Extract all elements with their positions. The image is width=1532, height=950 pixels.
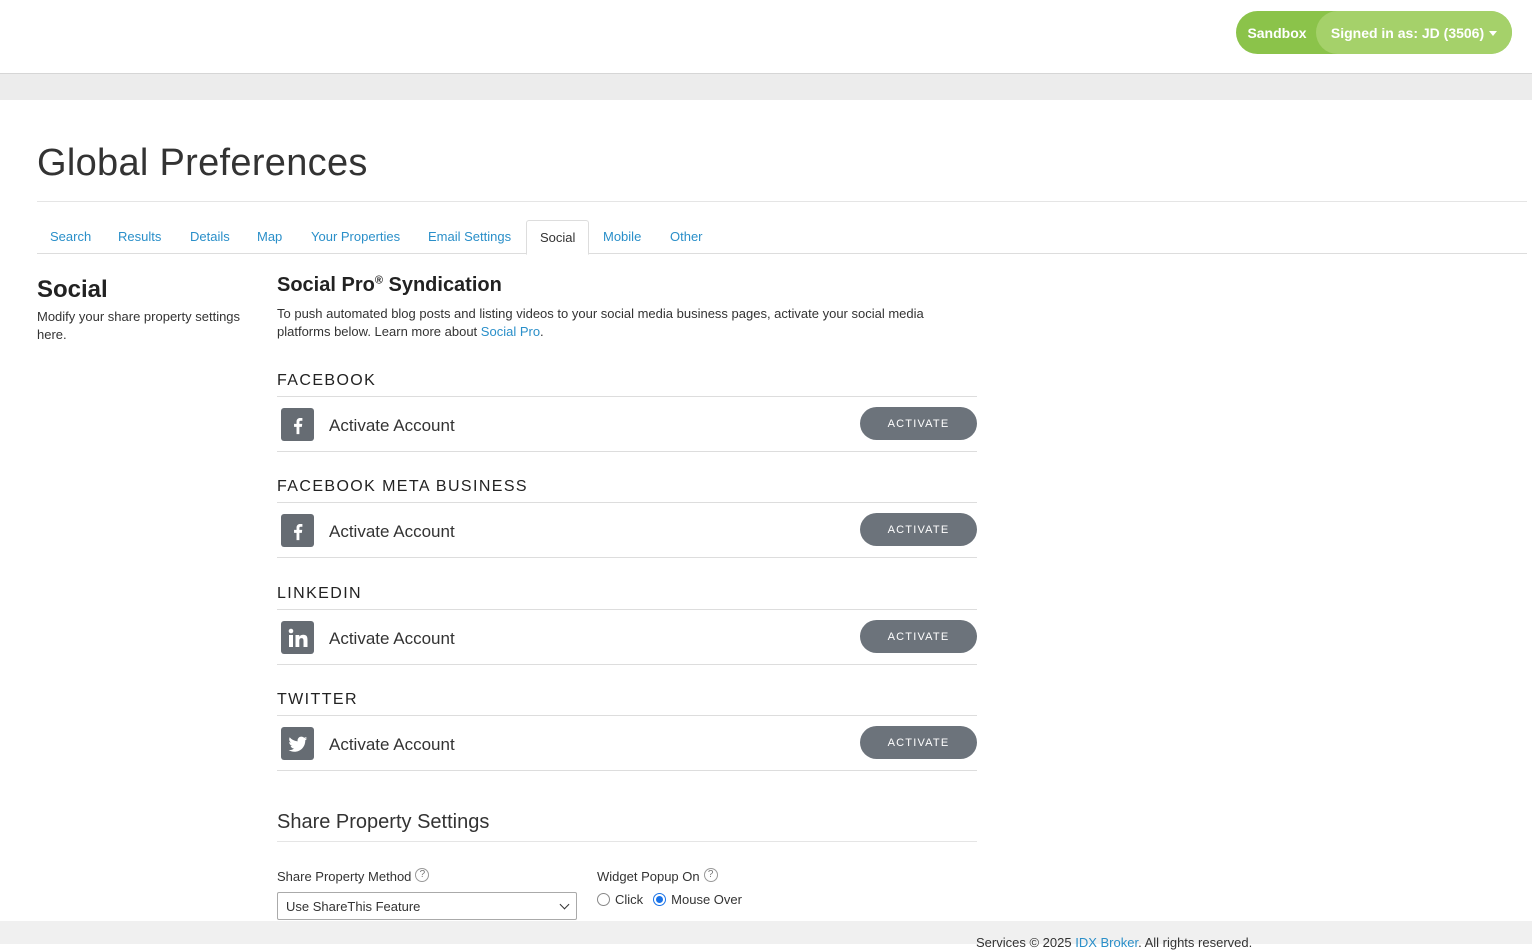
activate-account-label: Activate Account [329,629,455,648]
twitter-icon [281,727,314,760]
tab-bar: Search Results Details Map Your Properti… [37,220,1527,255]
social-pro-title: Social Pro® Syndication [277,274,502,296]
idx-broker-link[interactable]: IDX Broker [1075,935,1138,950]
share-method-select[interactable]: Use ShareThis Feature [277,892,577,920]
share-method-label: Share Property Method ? [277,867,430,884]
tab-mobile[interactable]: Mobile [590,220,654,254]
tab-map[interactable]: Map [244,220,295,254]
activate-account-label: Activate Account [329,735,455,754]
footer-text: Services © 2025 IDX Broker. All rights r… [976,935,1253,950]
radio-mouse-over-label[interactable]: Mouse Over [671,892,742,907]
share-settings-title: Share Property Settings [277,811,977,842]
linkedin-activate-button[interactable]: ACTIVATE [860,620,977,653]
sub-header-strip [0,74,1532,100]
twitter-activate-button[interactable]: ACTIVATE [860,726,977,759]
user-menu[interactable]: Sandbox Signed in as: JD (3506) [1236,11,1512,54]
radio-mouse-over[interactable] [653,893,667,906]
tab-other[interactable]: Other [657,220,716,254]
facebook-row: Activate Account ACTIVATE [277,401,977,452]
divider [37,201,1527,202]
facebook-icon [281,514,314,547]
tab-email-settings[interactable]: Email Settings [415,220,524,254]
facebook-activate-button[interactable]: ACTIVATE [860,407,977,440]
social-pro-description: To push automated blog posts and listing… [277,306,924,339]
footer: Services © 2025 IDX Broker. All rights r… [0,921,1532,950]
radio-click-label[interactable]: Click [615,892,643,907]
user-label: Signed in as: JD (3506) [1330,24,1485,41]
top-bar: Sandbox Signed in as: JD (3506) [0,0,1532,74]
tab-search[interactable]: Search [37,220,104,254]
page-title: Global Preferences [37,142,368,184]
widget-popup-label: Widget Popup On ? [597,867,718,884]
registered-mark: ® [374,274,383,287]
activate-account-label: Activate Account [329,416,455,435]
twitter-heading: TWITTER [277,691,977,716]
activate-account-label: Activate Account [329,522,455,541]
linkedin-heading: LINKEDIN [277,585,977,610]
user-dropdown-button[interactable]: Signed in as: JD (3506) [1316,11,1512,54]
help-icon[interactable]: ? [415,867,430,882]
facebook-meta-business-row: Activate Account ACTIVATE [277,507,977,558]
social-pro-link[interactable]: Social Pro [481,324,540,339]
section-title: Social [37,276,108,303]
twitter-row: Activate Account ACTIVATE [277,720,977,771]
facebook-meta-business-heading: FACEBOOK META BUSINESS [277,478,977,503]
tab-your-properties[interactable]: Your Properties [298,220,413,254]
linkedin-icon [281,621,314,654]
radio-click[interactable] [597,893,610,906]
tab-results[interactable]: Results [105,220,174,254]
sandbox-badge[interactable]: Sandbox [1236,25,1318,41]
caret-down-icon [1489,31,1498,36]
help-icon[interactable]: ? [703,867,718,882]
chevron-down-icon [559,899,570,909]
tab-details[interactable]: Details [177,220,243,254]
linkedin-row: Activate Account ACTIVATE [277,614,977,665]
facebook-meta-activate-button[interactable]: ACTIVATE [860,513,977,546]
tab-social[interactable]: Social [526,220,590,255]
widget-popup-radio-group: Click Mouse Over [597,892,742,907]
facebook-icon [281,408,314,441]
section-description: Modify your share property settings here… [37,309,241,342]
facebook-heading: FACEBOOK [277,372,977,397]
